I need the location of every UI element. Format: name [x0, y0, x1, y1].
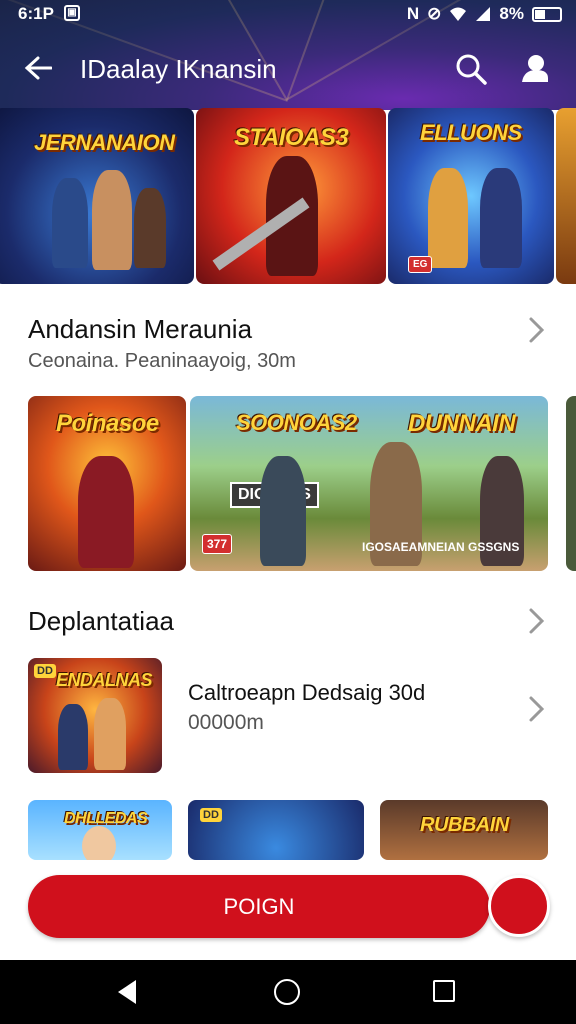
game-card[interactable]: ELLUONS EG [388, 108, 554, 284]
status-bar: 6:1P ▣ N ⊘ 8% [0, 0, 576, 30]
game-card-title: JERNANAION [34, 130, 175, 155]
app-screen: 6:1P ▣ N ⊘ 8% IDaalay IKnansin JERNANAIO… [0, 0, 576, 1024]
bottom-action-area: POIGN [0, 860, 576, 960]
game-card-partial[interactable] [556, 108, 576, 284]
chevron-right-icon [529, 696, 545, 722]
game-badge: 377 [202, 534, 233, 554]
battery-percent: 8% [499, 4, 524, 23]
app-header: 6:1P ▣ N ⊘ 8% IDaalay IKnansin [0, 0, 576, 110]
secondary-round-button[interactable] [488, 875, 550, 937]
list-item-subtitle: 00000m [188, 711, 264, 734]
chevron-right-icon[interactable] [522, 315, 552, 345]
sync-icon: ⊘ [427, 4, 442, 23]
game-card-partial[interactable] [566, 396, 576, 571]
game-card-title: SOONOAS2 [236, 410, 357, 435]
nav-home-icon[interactable] [274, 979, 300, 1005]
section-title: Deplantatiaa [28, 606, 174, 636]
list-item-thumbnail: ENDALNAS DD [28, 658, 162, 773]
wifi-icon [450, 7, 467, 21]
list-item-title: Caltroeapn Dedsaig 30d [188, 680, 426, 705]
character-art [58, 704, 88, 770]
character-art [260, 456, 306, 566]
character-art [134, 188, 166, 268]
game-card-title: ENDALNAS [56, 670, 153, 690]
chevron-right-icon[interactable] [522, 606, 552, 636]
nav-back-icon[interactable] [118, 980, 136, 1004]
app-bar: IDaalay IKnansin [0, 38, 576, 100]
game-card-title: DHLLEDAS [64, 810, 148, 827]
character-art [78, 456, 134, 568]
system-nav-bar [0, 960, 576, 1024]
section-title: Andansin Meraunia [28, 314, 253, 344]
status-time: 6:1P [18, 4, 54, 23]
search-button[interactable] [452, 50, 492, 90]
character-art [82, 826, 116, 860]
character-art [94, 698, 126, 770]
character-art [52, 178, 88, 268]
thumbnail-badge: DD [34, 664, 56, 678]
game-card-title: Poinasoe [56, 410, 159, 437]
section-subtitle: Ceonaina. Peaninaayoig, 30m [28, 350, 296, 372]
game-caption: IGOSAEAMNEIAN GSSGNS [362, 540, 520, 554]
search-icon [456, 54, 487, 85]
game-card[interactable]: Poinasoe [28, 396, 186, 571]
game-card-title: ELLUONS [420, 120, 522, 145]
game-card[interactable]: SOONOAS2 DUNNAIN DIOMIAIS 377 IGOSAEAMNE… [190, 396, 548, 571]
character-art [92, 170, 132, 270]
signal-icon [476, 7, 491, 21]
game-card[interactable]: STAIOAS3 [196, 108, 386, 284]
notification-icon: ▣ [64, 5, 80, 21]
game-badge: EG [408, 256, 433, 273]
game-card[interactable]: DD [188, 800, 364, 860]
game-card-title: RUBBAIN [420, 814, 509, 836]
game-card[interactable]: DHLLEDAS [28, 800, 172, 860]
battery-icon [532, 6, 562, 22]
game-card-title: STAIOAS3 [234, 124, 349, 151]
profile-button[interactable] [514, 50, 554, 90]
primary-action-button[interactable]: POIGN [28, 875, 490, 938]
game-card[interactable]: RUBBAIN [380, 800, 548, 860]
game-card[interactable]: JERNANAION [0, 108, 194, 284]
back-button[interactable] [18, 48, 58, 88]
game-card-title-secondary: DUNNAIN [408, 410, 516, 437]
user-icon [522, 55, 548, 82]
game-badge: DD [200, 808, 222, 822]
character-art [480, 168, 522, 268]
page-title: IDaalay IKnansin [80, 54, 277, 84]
status-icons: N ⊘ 8% [407, 4, 562, 24]
arrow-left-icon [24, 56, 52, 80]
character-art [428, 168, 468, 268]
nav-recents-icon[interactable] [433, 980, 455, 1002]
nfc-icon: N [406, 4, 420, 23]
